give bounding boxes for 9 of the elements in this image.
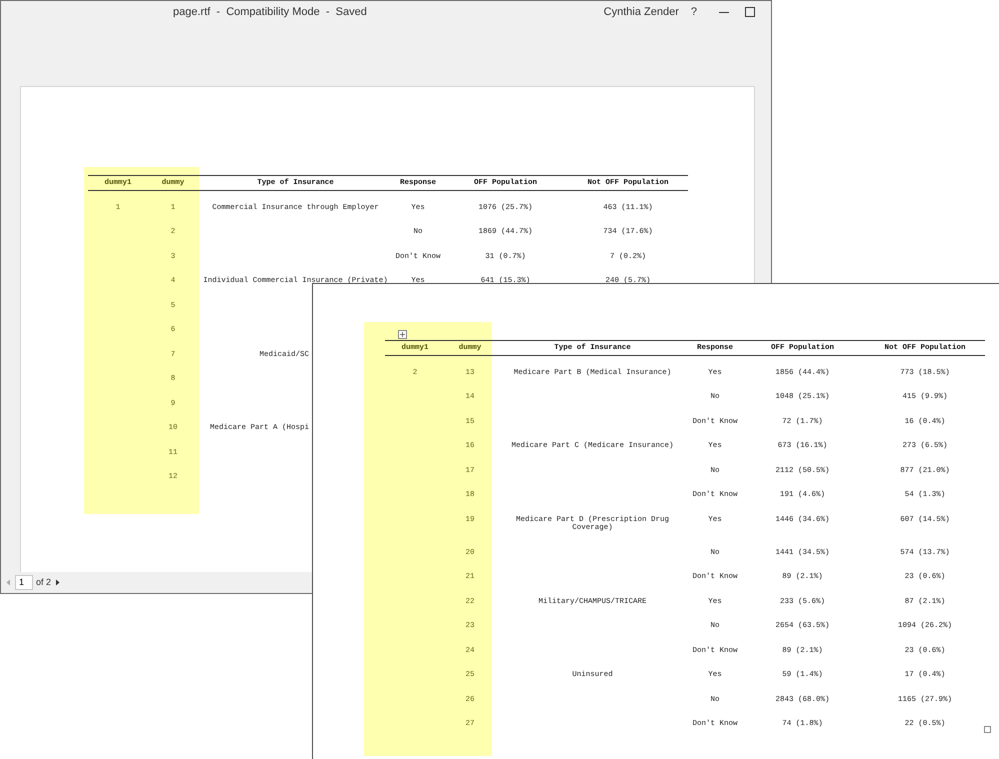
move-icon[interactable] [398,330,407,339]
user-name[interactable]: Cynthia Zender [604,6,679,18]
page-number-field[interactable]: 1 [15,574,33,590]
resize-handle[interactable] [984,726,991,733]
page-count: of 2 [36,577,52,587]
maximize-icon[interactable] [745,7,755,17]
help-button[interactable]: ? [690,6,697,18]
next-page-icon[interactable] [54,578,62,586]
window-title: page.rtf - Compatibility Mode - Saved [173,6,367,18]
